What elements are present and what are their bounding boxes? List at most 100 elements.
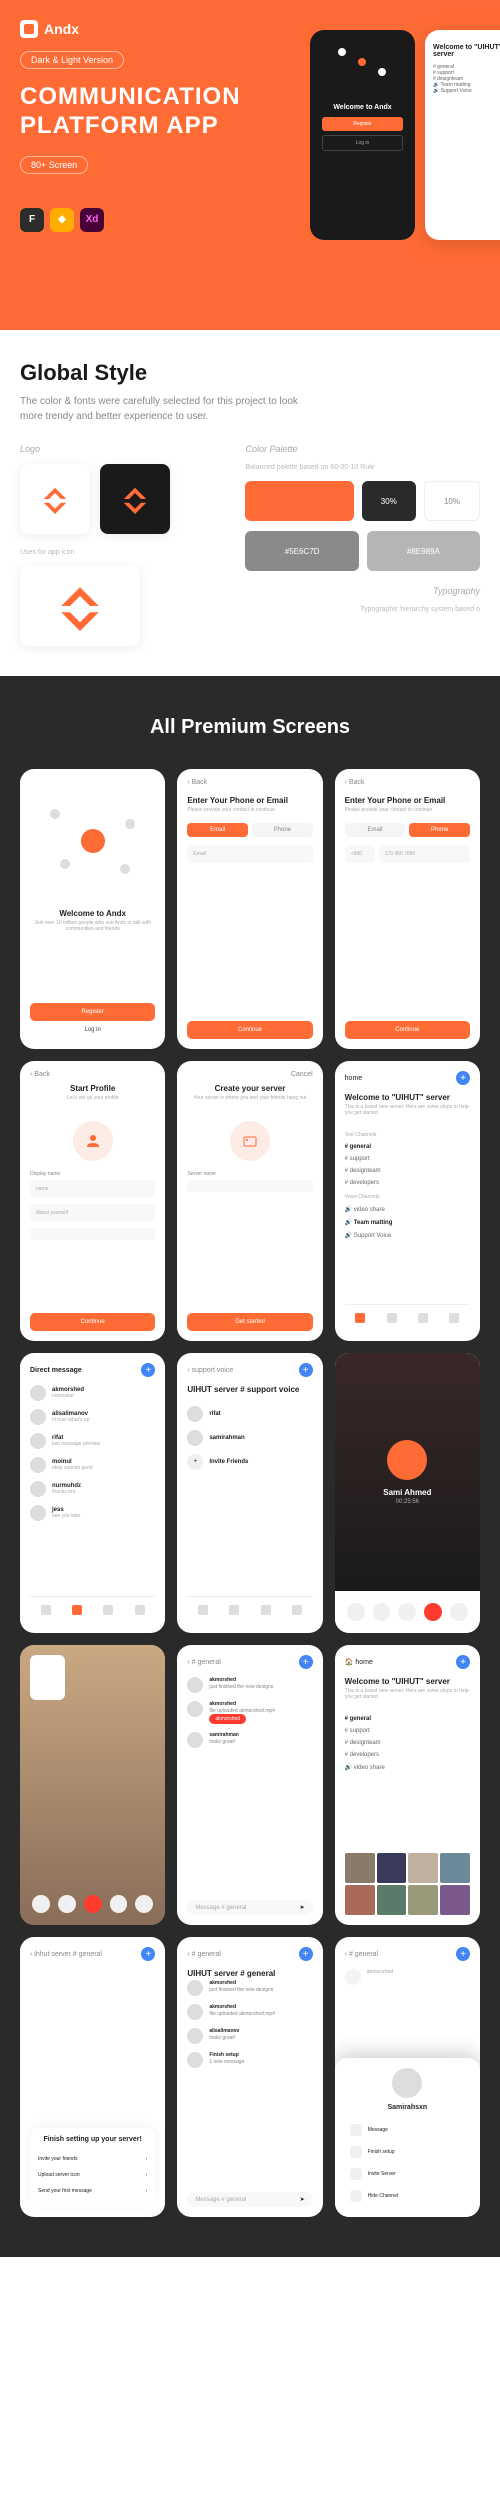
nav-icon[interactable] (41, 1605, 51, 1615)
channel-item[interactable]: # support (345, 1156, 470, 1162)
back-button[interactable]: ‹ # general (345, 1951, 378, 1958)
mute-button[interactable] (32, 1895, 50, 1913)
flip-button[interactable] (58, 1895, 76, 1913)
back-button[interactable]: ‹ Back (345, 779, 470, 786)
media-thumb[interactable] (345, 1885, 375, 1915)
media-thumb[interactable] (440, 1853, 470, 1883)
continue-button[interactable]: Continue (30, 1313, 155, 1331)
channel-item[interactable]: # general (345, 1716, 470, 1722)
media-thumb[interactable] (377, 1853, 407, 1883)
channel-item[interactable]: # general (345, 1144, 470, 1150)
back-button[interactable]: ‹ support voice (187, 1367, 233, 1374)
nav-icon[interactable] (135, 1605, 145, 1615)
channel-item[interactable]: # support (345, 1728, 470, 1734)
add-button[interactable]: + (456, 1655, 470, 1669)
popup-message[interactable]: Message (345, 2119, 470, 2141)
avatar-upload[interactable] (73, 1121, 113, 1161)
voice-channel[interactable]: 🔊 Team matting (345, 1219, 470, 1226)
nav-icon[interactable] (229, 1605, 239, 1615)
nav-icon[interactable] (449, 1313, 459, 1323)
more-button[interactable] (450, 1603, 468, 1621)
email-tab[interactable]: Email (345, 823, 406, 837)
add-button[interactable]: + (456, 1071, 470, 1085)
add-button[interactable]: + (299, 1947, 313, 1961)
add-button[interactable]: + (456, 1947, 470, 1961)
email-input[interactable]: Email (187, 845, 312, 863)
back-button[interactable]: ‹ Back (30, 1071, 155, 1078)
media-thumb[interactable] (377, 1885, 407, 1915)
nav-icon[interactable] (198, 1605, 208, 1615)
setup-message[interactable]: Send your first message› (38, 2183, 147, 2199)
popup-hide[interactable]: Hide Channel (345, 2185, 470, 2207)
dm-item[interactable]: moinulokay sounds good (30, 1457, 155, 1473)
back-button[interactable]: ‹ Back (187, 779, 312, 786)
speaker-button[interactable] (373, 1603, 391, 1621)
video-button[interactable] (398, 1603, 416, 1621)
voice-member[interactable]: rifat (187, 1406, 312, 1422)
continue-button[interactable]: Continue (345, 1021, 470, 1039)
home-button[interactable]: home (345, 1075, 363, 1082)
media-thumb[interactable] (408, 1853, 438, 1883)
popup-finish[interactable]: Finish setup (345, 2141, 470, 2163)
back-button[interactable]: ‹ ihhut server # general (30, 1951, 102, 1958)
server-icon-upload[interactable] (230, 1121, 270, 1161)
dm-item[interactable]: nurmuhdzthanks bro (30, 1481, 155, 1497)
add-button[interactable]: + (299, 1655, 313, 1669)
server-name-input[interactable] (187, 1180, 312, 1192)
dm-item[interactable]: rifatlast message preview (30, 1433, 155, 1449)
login-link[interactable]: Log in (30, 1021, 155, 1039)
nav-icon[interactable] (387, 1313, 397, 1323)
send-icon[interactable]: ➤ (300, 1904, 305, 1911)
add-button[interactable]: + (141, 1947, 155, 1961)
voice-channel[interactable]: 🔊 Support Voice (345, 1232, 470, 1239)
extra-input[interactable] (30, 1228, 155, 1240)
add-button[interactable]: + (141, 1363, 155, 1377)
media-thumb[interactable] (440, 1885, 470, 1915)
self-video[interactable] (30, 1655, 65, 1700)
nav-icon[interactable] (72, 1605, 82, 1615)
nav-icon[interactable] (418, 1313, 428, 1323)
register-button[interactable]: Register (30, 1003, 155, 1021)
phone-input[interactable]: 170 456 7890 (379, 845, 470, 863)
add-button[interactable]: + (299, 1363, 313, 1377)
back-button[interactable]: ‹ # general (187, 1951, 220, 1958)
message-input[interactable]: Message # general ➤ (187, 2192, 312, 2207)
voice-channel[interactable]: 🔊 video share (345, 1206, 470, 1213)
hangup-button[interactable] (424, 1603, 442, 1621)
phone-tab[interactable]: Phone (252, 823, 313, 837)
country-code[interactable]: +880 (345, 845, 375, 863)
phone-tab[interactable]: Phone (409, 823, 470, 837)
cancel-button[interactable]: Cancel (187, 1071, 312, 1078)
dm-item[interactable]: alisalimanovhi man what's up (30, 1409, 155, 1425)
create-button[interactable]: Get started (187, 1313, 312, 1331)
dm-item[interactable]: jesssee you later (30, 1505, 155, 1521)
channel-item[interactable]: # designteam (345, 1740, 470, 1746)
hangup-button[interactable] (84, 1895, 102, 1913)
setup-icon[interactable]: Upload server icon› (38, 2167, 147, 2183)
email-tab[interactable]: Email (187, 823, 248, 837)
nav-icon[interactable] (103, 1605, 113, 1615)
more-button[interactable] (135, 1895, 153, 1913)
channel-item[interactable]: # designteam (345, 1168, 470, 1174)
media-thumb[interactable] (345, 1853, 375, 1883)
channel-item[interactable]: # developers (345, 1180, 470, 1186)
mute-button[interactable] (347, 1603, 365, 1621)
home-button[interactable]: 🏠 home (345, 1658, 373, 1666)
about-input[interactable]: About yourself (30, 1204, 155, 1222)
voice-member[interactable]: samirahman (187, 1430, 312, 1446)
setup-invite[interactable]: Invite your friends› (38, 2151, 147, 2167)
voice-channel[interactable]: 🔊 video share (345, 1764, 470, 1771)
nav-icon[interactable] (292, 1605, 302, 1615)
invite-friends[interactable]: +Invite Friends (187, 1454, 312, 1470)
message-input[interactable]: Message # general ➤ (187, 1900, 312, 1915)
back-button[interactable]: ‹ # general (187, 1659, 220, 1666)
popup-invite[interactable]: Invite Server (345, 2163, 470, 2185)
name-input[interactable]: name (30, 1180, 155, 1198)
video-button[interactable] (110, 1895, 128, 1913)
channel-item[interactable]: # developers (345, 1752, 470, 1758)
send-icon[interactable]: ➤ (300, 2196, 305, 2203)
nav-icon[interactable] (355, 1313, 365, 1323)
continue-button[interactable]: Continue (187, 1021, 312, 1039)
dm-item[interactable]: akmorshednomoskar (30, 1385, 155, 1401)
nav-icon[interactable] (261, 1605, 271, 1615)
